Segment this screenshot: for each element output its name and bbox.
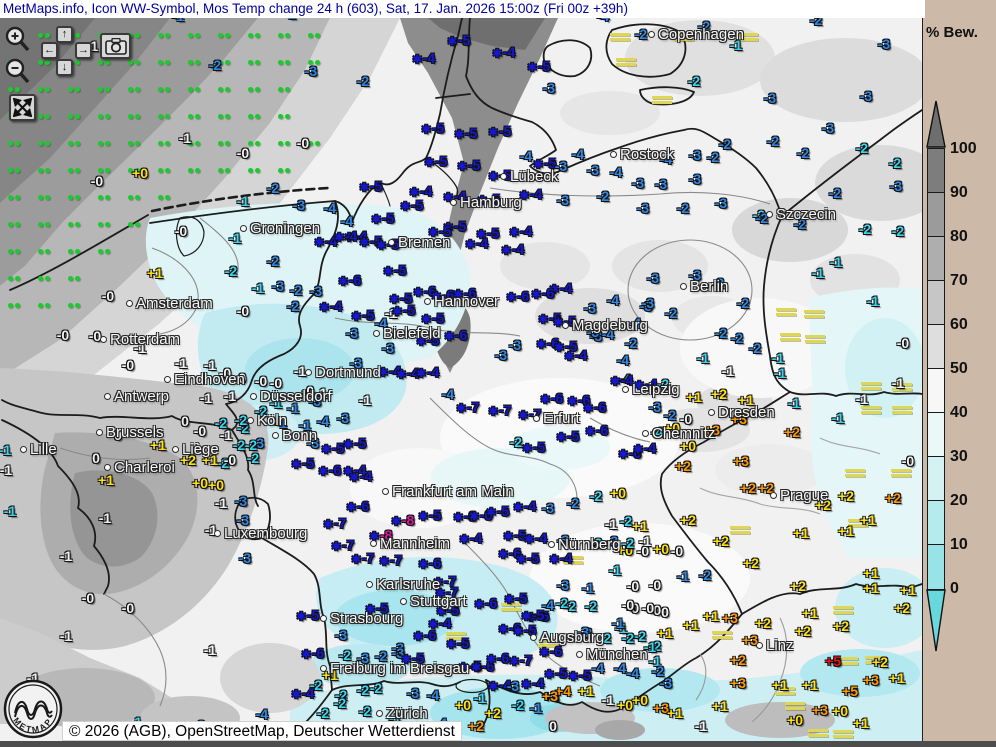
- legend-down-arrow: [926, 589, 946, 653]
- legend-segment: [928, 237, 944, 281]
- legend-label: 90: [950, 184, 968, 202]
- map-title: MetMaps.info, Icon WW-Symbol, Mos Temp c…: [3, 1, 628, 16]
- map-canvas[interactable]: [0, 18, 922, 741]
- legend-title: % Bew.: [926, 24, 978, 41]
- legend-segment: [928, 545, 944, 589]
- legend-segment: [928, 149, 944, 193]
- legend-label: 50: [950, 360, 968, 378]
- legend-label: 80: [950, 228, 968, 246]
- arrow-left-icon: ←: [44, 45, 55, 56]
- pan-left-button[interactable]: ←: [41, 42, 58, 59]
- legend-label: 0: [950, 580, 959, 598]
- legend-segment: [928, 281, 944, 325]
- pan-right-button[interactable]: →: [75, 42, 92, 59]
- magnifier-plus-icon: [4, 26, 32, 54]
- legend-segment: [928, 501, 944, 545]
- legend-segment: [928, 457, 944, 501]
- fullscreen-button[interactable]: [9, 94, 36, 121]
- legend-segment: [928, 325, 944, 369]
- legend-label: 40: [950, 404, 968, 422]
- zoom-in-button[interactable]: [4, 26, 32, 54]
- legend-colorbar: [927, 148, 945, 590]
- legend-up-arrow: [926, 100, 946, 148]
- metmaps-app: MetMaps.info, Icon WW-Symbol, Mos Temp c…: [0, 0, 996, 747]
- zoom-out-button[interactable]: [4, 58, 32, 86]
- arrow-down-icon: ↓: [62, 62, 68, 73]
- legend-label: 70: [950, 272, 968, 290]
- bottom-border-bar: [0, 741, 996, 747]
- title-bar: MetMaps.info, Icon WW-Symbol, Mos Temp c…: [0, 0, 925, 18]
- legend-label: 100: [950, 140, 977, 158]
- copyright-text: © 2026 (AGB), OpenStreetMap, Deutscher W…: [69, 723, 455, 740]
- arrow-up-icon: ↑: [62, 29, 68, 40]
- pan-down-button[interactable]: ↓: [56, 59, 73, 76]
- metmaps-logo: METMAPS: [3, 676, 65, 747]
- expand-arrows-icon: [13, 98, 32, 117]
- legend-label: 10: [950, 536, 968, 554]
- cloud-cover-legend: % Bew. 1009080706050403020100: [922, 0, 996, 741]
- legend-segment: [928, 369, 944, 413]
- camera-icon: [105, 38, 127, 55]
- arrow-right-icon: →: [78, 45, 89, 56]
- legend-segment: [928, 193, 944, 237]
- legend-label: 30: [950, 448, 968, 466]
- legend-segment: [928, 413, 944, 457]
- snapshot-button[interactable]: [100, 33, 131, 59]
- copyright-bar: © 2026 (AGB), OpenStreetMap, Deutscher W…: [62, 721, 462, 741]
- magnifier-minus-icon: [4, 58, 32, 86]
- legend-label: 60: [950, 316, 968, 334]
- legend-label: 20: [950, 492, 968, 510]
- pan-up-button[interactable]: ↑: [56, 26, 73, 43]
- map-background: [0, 18, 922, 741]
